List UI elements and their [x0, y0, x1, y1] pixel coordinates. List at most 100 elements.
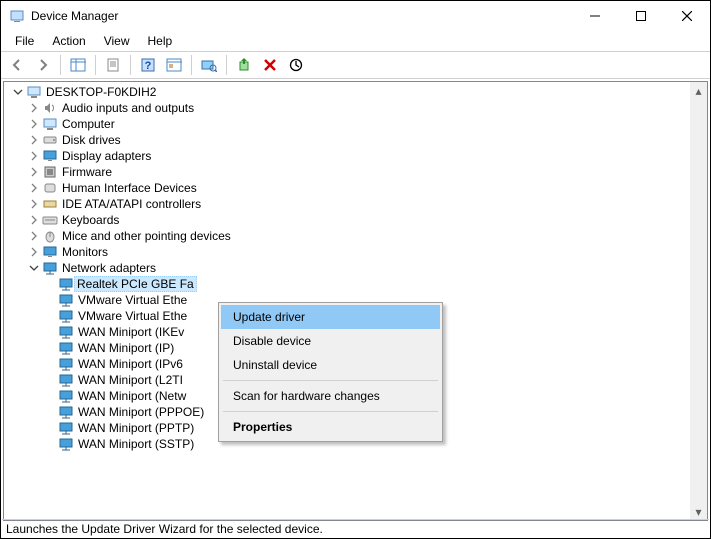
context-separator	[223, 411, 438, 412]
back-button[interactable]	[5, 54, 29, 76]
tree-category-label: Mice and other pointing devices	[58, 229, 231, 243]
chevron-right-icon[interactable]	[26, 164, 42, 180]
context-properties[interactable]: Properties	[221, 415, 440, 439]
chevron-right-icon[interactable]	[26, 148, 42, 164]
network-adapter-icon	[58, 308, 74, 324]
app-icon	[9, 8, 25, 24]
context-uninstall-device[interactable]: Uninstall device	[221, 353, 440, 377]
toolbar-separator	[226, 55, 227, 75]
uninstall-device-button[interactable]	[258, 54, 282, 76]
scroll-down-icon[interactable]: ▾	[690, 503, 707, 520]
tree-category-label: Computer	[58, 117, 115, 131]
context-menu: Update driver Disable device Uninstall d…	[218, 302, 443, 442]
disk-icon	[42, 132, 58, 148]
toolbar-separator	[191, 55, 192, 75]
ide-icon	[42, 196, 58, 212]
chevron-down-icon[interactable]	[26, 260, 42, 276]
tree-category[interactable]: IDE ATA/ATAPI controllers	[8, 196, 690, 212]
scan-hardware-button[interactable]	[197, 54, 221, 76]
network-adapter-icon	[58, 420, 74, 436]
tree-root[interactable]: DESKTOP-F0KDIH2	[8, 84, 690, 100]
network-adapter-icon	[58, 292, 74, 308]
tree-category[interactable]: Disk drives	[8, 132, 690, 148]
minimize-button[interactable]	[572, 1, 618, 31]
tree-category[interactable]: Display adapters	[8, 148, 690, 164]
vertical-scrollbar[interactable]: ▴ ▾	[690, 82, 707, 520]
tree-device-label: VMware Virtual Ethe	[74, 309, 187, 323]
tree-device-label: WAN Miniport (IP)	[74, 341, 174, 355]
close-button[interactable]	[664, 1, 710, 31]
tree-device-label: WAN Miniport (L2TI	[74, 373, 183, 387]
keyboard-icon	[42, 212, 58, 228]
menu-file[interactable]: File	[7, 33, 42, 49]
context-update-driver[interactable]: Update driver	[221, 305, 440, 329]
network-adapter-icon	[58, 340, 74, 356]
network-adapter-icon	[58, 276, 74, 292]
properties-button[interactable]	[101, 54, 125, 76]
display-icon	[42, 148, 58, 164]
tree-device-selected[interactable]: Realtek PCIe GBE Fa	[8, 276, 690, 292]
speaker-icon	[42, 100, 58, 116]
network-adapter-icon	[58, 356, 74, 372]
maximize-button[interactable]	[618, 1, 664, 31]
tree-category-label: Monitors	[58, 245, 108, 259]
chevron-right-icon[interactable]	[26, 244, 42, 260]
network-adapter-icon	[58, 436, 74, 452]
context-disable-device[interactable]: Disable device	[221, 329, 440, 353]
chevron-right-icon[interactable]	[26, 132, 42, 148]
tree-category[interactable]: Computer	[8, 116, 690, 132]
tree-category-label: Network adapters	[58, 261, 156, 275]
tree-category-label: Human Interface Devices	[58, 181, 197, 195]
tree-device-label: WAN Miniport (IKEv	[74, 325, 184, 339]
tree-device-label: WAN Miniport (PPPOE)	[74, 405, 204, 419]
chevron-right-icon[interactable]	[26, 212, 42, 228]
monitor-icon	[42, 244, 58, 260]
mouse-icon	[42, 228, 58, 244]
context-separator	[223, 380, 438, 381]
tree-category[interactable]: Keyboards	[8, 212, 690, 228]
show-hide-console-tree-button[interactable]	[66, 54, 90, 76]
hid-icon	[42, 180, 58, 196]
chevron-right-icon[interactable]	[26, 116, 42, 132]
menu-action[interactable]: Action	[44, 33, 93, 49]
toolbar-separator	[60, 55, 61, 75]
action-sheet-button[interactable]	[162, 54, 186, 76]
chevron-right-icon[interactable]	[26, 228, 42, 244]
forward-button[interactable]	[31, 54, 55, 76]
status-text: Launches the Update Driver Wizard for th…	[6, 522, 323, 536]
help-button[interactable]: ?	[136, 54, 160, 76]
update-driver-button[interactable]	[232, 54, 256, 76]
tree-category-network[interactable]: Network adapters	[8, 260, 690, 276]
device-tree-panel: DESKTOP-F0KDIH2 Audio inputs and outputs…	[3, 81, 708, 521]
scroll-up-icon[interactable]: ▴	[690, 82, 707, 99]
menu-help[interactable]: Help	[140, 33, 181, 49]
tree-category-label: Display adapters	[58, 149, 151, 163]
chevron-right-icon[interactable]	[26, 196, 42, 212]
tree-device-label: WAN Miniport (Netw	[74, 389, 186, 403]
tree-category-label: Disk drives	[58, 133, 121, 147]
chevron-right-icon[interactable]	[26, 180, 42, 196]
tree-category[interactable]: Firmware	[8, 164, 690, 180]
computer-icon	[26, 84, 42, 100]
device-tree[interactable]: DESKTOP-F0KDIH2 Audio inputs and outputs…	[4, 82, 690, 520]
scroll-track[interactable]	[690, 99, 707, 503]
network-adapter-icon	[58, 324, 74, 340]
titlebar: Device Manager	[1, 1, 710, 31]
tree-category-label: Keyboards	[58, 213, 119, 227]
status-bar: Launches the Update Driver Wizard for th…	[2, 519, 709, 537]
context-scan-hardware[interactable]: Scan for hardware changes	[221, 384, 440, 408]
tree-device-label: Realtek PCIe GBE Fa	[74, 276, 197, 292]
firmware-icon	[42, 164, 58, 180]
network-adapter-icon	[58, 388, 74, 404]
tree-category[interactable]: Monitors	[8, 244, 690, 260]
menu-view[interactable]: View	[96, 33, 138, 49]
tree-category[interactable]: Mice and other pointing devices	[8, 228, 690, 244]
tree-category[interactable]: Human Interface Devices	[8, 180, 690, 196]
network-adapter-icon	[58, 404, 74, 420]
chevron-right-icon[interactable]	[26, 100, 42, 116]
disable-device-button[interactable]	[284, 54, 308, 76]
tree-category[interactable]: Audio inputs and outputs	[8, 100, 690, 116]
toolbar: ?	[1, 51, 710, 79]
toolbar-separator	[130, 55, 131, 75]
chevron-down-icon[interactable]	[10, 84, 26, 100]
